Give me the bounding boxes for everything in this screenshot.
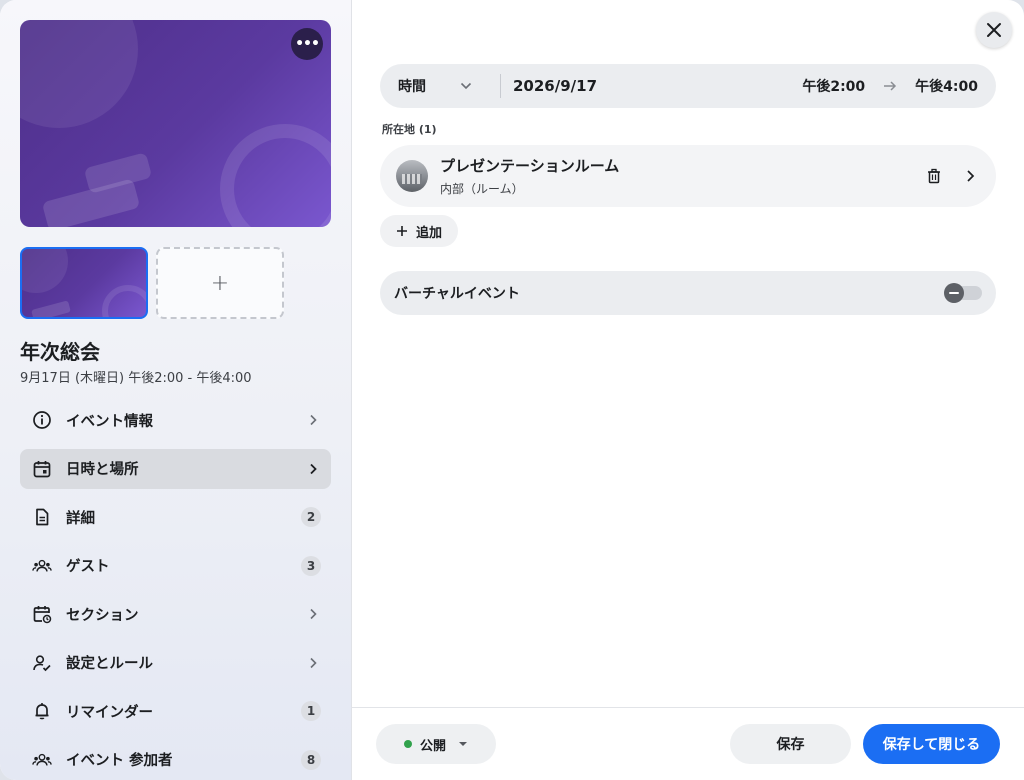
arrow-right-icon	[883, 80, 897, 92]
right-panel	[352, 0, 1024, 780]
count-badge: 2	[301, 507, 321, 527]
thumb-shape	[102, 285, 146, 317]
sidebar-item-settings-rules[interactable]: 設定とルール	[20, 643, 331, 683]
sidebar-item-date-location[interactable]: 日時と場所	[20, 448, 331, 489]
event-editor-modal: ••• + 年次総会 9月17日 (木曜日) 午後2:00 - 午後4:00 イ…	[0, 0, 1024, 780]
location-type: 内部（ルーム）	[440, 182, 524, 196]
cover-shape	[220, 124, 331, 227]
cover-image[interactable]	[20, 20, 331, 227]
time-mode-label: 時間	[398, 79, 426, 95]
trash-icon	[927, 168, 941, 184]
sidebar-item-guests[interactable]: ゲスト 3	[20, 546, 331, 586]
start-time-field[interactable]: 午後2:00	[802, 76, 865, 96]
chevron-down-icon	[460, 82, 472, 90]
status-dot	[404, 740, 412, 748]
sidebar-item-label: ゲスト	[66, 559, 110, 575]
event-datetime-summary: 9月17日 (木曜日) 午後2:00 - 午後4:00	[20, 371, 252, 386]
people-icon	[32, 750, 52, 770]
sidebar-item-event-info[interactable]: イベント情報	[20, 400, 331, 440]
save-and-close-button[interactable]: 保存して閉じる	[863, 724, 1000, 764]
thumb-shape	[22, 249, 68, 293]
privacy-select[interactable]: 公開	[376, 724, 496, 764]
close-icon	[986, 22, 1002, 38]
sidebar-item-label: 日時と場所	[66, 462, 139, 478]
sidebar-item-label: イベント情報	[66, 413, 153, 430]
add-location-button[interactable]: 追加	[380, 215, 458, 247]
sidebar-item-label: リマインダー	[66, 704, 153, 721]
end-time-field[interactable]: 午後4:00	[915, 76, 978, 96]
close-button[interactable]	[976, 12, 1012, 48]
sidebar-item-label: 設定とルール	[66, 656, 153, 672]
chevron-right-icon	[965, 169, 975, 183]
location-name: プレゼンテーションルーム	[440, 157, 620, 175]
cover-shape	[20, 20, 138, 128]
date-field[interactable]: 2026/9/17	[501, 77, 802, 95]
chevron-right-icon	[305, 461, 321, 477]
user-check-icon	[32, 653, 52, 673]
ellipsis-icon: •••	[295, 36, 320, 52]
add-label: 追加	[415, 225, 442, 241]
location-section-header: 所在地 (1)	[382, 123, 437, 136]
count-badge: 1	[301, 701, 321, 721]
location-text: プレゼンテーションルーム 内部（ルーム）	[440, 155, 920, 197]
sidebar-item-label: セクション	[66, 607, 139, 624]
toggle-knob	[944, 283, 964, 303]
location-card[interactable]: プレゼンテーションルーム 内部（ルーム）	[380, 145, 996, 207]
chevron-right-icon	[305, 412, 321, 428]
sidebar-item-details[interactable]: 詳細 2	[20, 497, 331, 537]
sidebar-item-reminders[interactable]: リマインダー 1	[20, 691, 331, 731]
virtual-event-toggle[interactable]	[944, 283, 982, 303]
delete-location-button[interactable]	[920, 162, 948, 190]
cover-thumbnail-selected[interactable]	[20, 247, 148, 319]
calendar-clock-icon	[32, 604, 52, 624]
people-icon	[32, 556, 52, 576]
save-button[interactable]: 保存	[730, 724, 851, 764]
location-photo	[396, 160, 428, 192]
open-location-button[interactable]	[956, 162, 984, 190]
left-panel: ••• + 年次総会 9月17日 (木曜日) 午後2:00 - 午後4:00 イ…	[0, 0, 352, 780]
chevron-right-icon	[305, 655, 321, 671]
thumb-shape	[31, 300, 71, 317]
sidebar-item-sections[interactable]: セクション	[20, 594, 331, 634]
caret-down-icon	[458, 741, 468, 747]
bell-icon	[32, 701, 52, 721]
plus-icon	[396, 225, 408, 237]
privacy-label: 公開	[420, 738, 447, 754]
virtual-event-row: バーチャルイベント	[380, 271, 996, 315]
cover-more-button[interactable]: •••	[291, 28, 323, 60]
sidebar-item-label: 詳細	[66, 510, 95, 527]
calendar-icon	[32, 459, 52, 479]
virtual-event-label: バーチャルイベント	[394, 286, 520, 302]
info-icon	[32, 410, 52, 430]
plus-icon: +	[210, 270, 230, 296]
sidebar-item-label: イベント 参加者	[66, 753, 173, 769]
sidebar-nav: イベント情報 日時と場所 詳細 2 ゲスト 3 セクション 設定とルール リマイ…	[20, 400, 331, 780]
event-title: 年次総会	[20, 340, 100, 364]
chevron-right-icon	[305, 606, 321, 622]
document-icon	[32, 507, 52, 527]
add-cover-image-button[interactable]: +	[156, 247, 284, 319]
count-badge: 8	[301, 749, 321, 770]
sidebar-item-attendees[interactable]: イベント 参加者 8	[20, 740, 331, 780]
count-badge: 3	[301, 555, 321, 576]
datetime-row: 時間 2026/9/17 午後2:00 午後4:00	[380, 64, 996, 108]
time-mode-select[interactable]: 時間	[380, 76, 500, 96]
